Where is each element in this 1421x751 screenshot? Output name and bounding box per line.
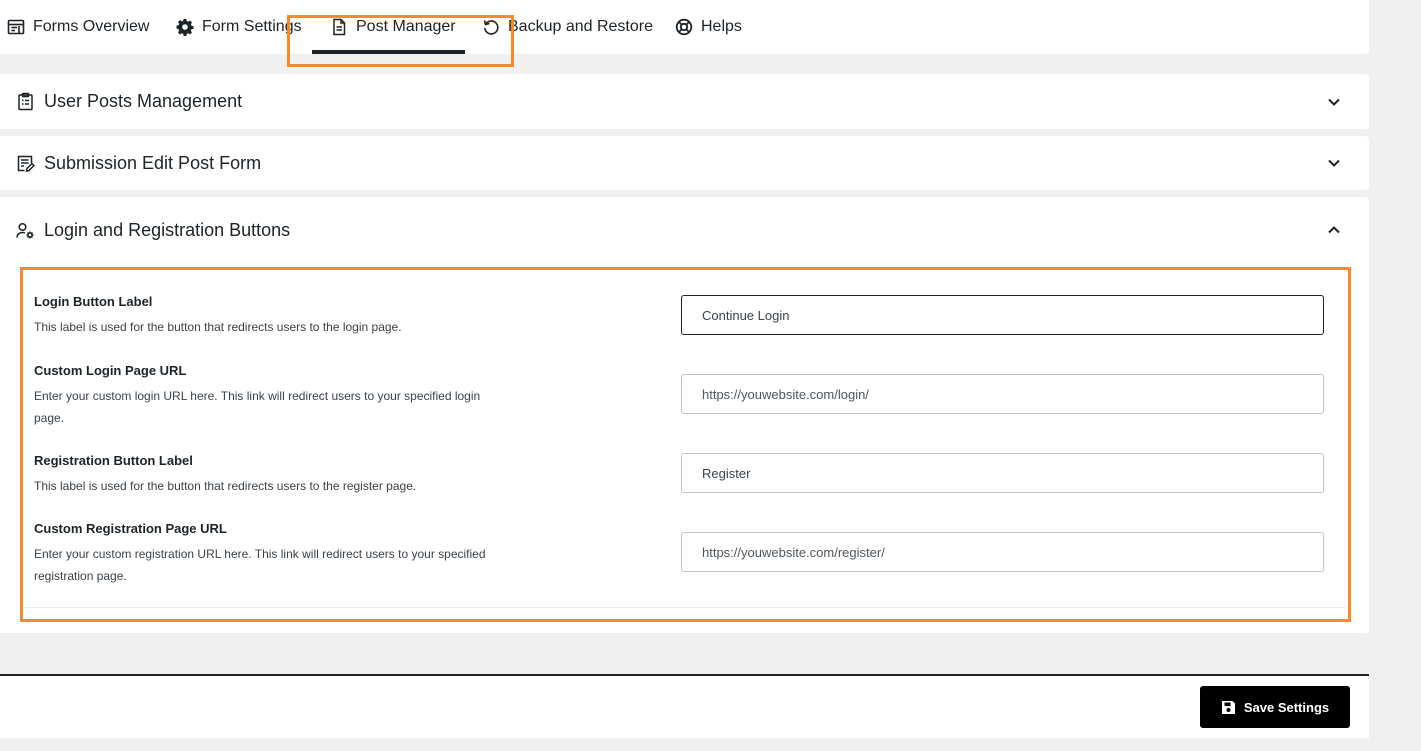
field-label: Registration Button Label xyxy=(34,453,193,468)
login-button-label-input[interactable] xyxy=(681,295,1324,335)
clipboard-icon xyxy=(18,92,33,111)
active-tab-indicator xyxy=(312,50,465,54)
tab-post-manager[interactable]: Post Manager xyxy=(330,0,456,54)
edit-form-icon xyxy=(17,155,35,172)
tab-helps[interactable]: Helps xyxy=(675,0,742,54)
chevron-down-icon[interactable] xyxy=(1327,95,1341,109)
save-button-label: Save Settings xyxy=(1243,699,1330,715)
settings-footer xyxy=(0,676,1369,738)
restore-icon xyxy=(483,20,499,35)
tab-label: Forms Overview xyxy=(33,18,150,35)
registration-button-label-input[interactable] xyxy=(681,453,1324,493)
tab-forms-overview[interactable]: Forms Overview xyxy=(7,0,149,54)
field-label: Custom Login Page URL xyxy=(34,363,187,378)
tab-backup-restore[interactable]: Backup and Restore xyxy=(482,0,653,54)
chevron-up-icon[interactable] xyxy=(1327,223,1341,237)
field-description: Enter your custom login URL here. This l… xyxy=(34,389,481,425)
tab-form-settings[interactable]: Form Settings xyxy=(176,0,302,54)
section-submission-edit-post-form: Submission Edit Post Form xyxy=(0,136,1369,190)
tab-label: Post Manager xyxy=(356,18,456,35)
lifebuoy-icon xyxy=(675,18,693,36)
user-settings-icon xyxy=(16,222,34,238)
section-login-registration-buttons: Login and Registration Buttons Login But… xyxy=(0,197,1369,633)
section-title: Login and Registration Buttons xyxy=(44,219,291,240)
floppy-disk-icon xyxy=(1221,700,1235,714)
field-label: Login Button Label xyxy=(34,294,153,309)
field-description: This label is used for the button that r… xyxy=(34,479,417,493)
save-settings-button[interactable]: Save Settings xyxy=(1200,686,1350,728)
section-header[interactable]: User Posts Management xyxy=(0,74,1369,129)
tab-label: Form Settings xyxy=(202,18,302,35)
settings-tabs: Forms Overview Form Settings Post Manage… xyxy=(0,0,1369,54)
section-header[interactable]: Submission Edit Post Form xyxy=(0,136,1369,190)
login-url-input[interactable] xyxy=(681,374,1324,414)
tab-label: Backup and Restore xyxy=(508,18,653,35)
section-header[interactable]: Login and Registration Buttons xyxy=(0,197,1369,263)
forms-overview-icon xyxy=(7,19,25,35)
section-user-posts-management: User Posts Management xyxy=(0,74,1369,129)
section-title: User Posts Management xyxy=(44,91,243,111)
section-title: Submission Edit Post Form xyxy=(44,152,262,173)
field-description: Enter your custom registration URL here.… xyxy=(34,547,486,583)
field-description: This label is used for the button that r… xyxy=(34,320,402,334)
gear-icon xyxy=(176,19,194,36)
registration-url-input[interactable] xyxy=(681,532,1324,572)
tab-label: Helps xyxy=(701,18,742,35)
field-label: Custom Registration Page URL xyxy=(34,521,227,536)
document-icon xyxy=(333,18,346,36)
login-registration-settings: Login Button Label This label is used fo… xyxy=(24,271,1346,608)
chevron-down-icon[interactable] xyxy=(1327,156,1341,170)
